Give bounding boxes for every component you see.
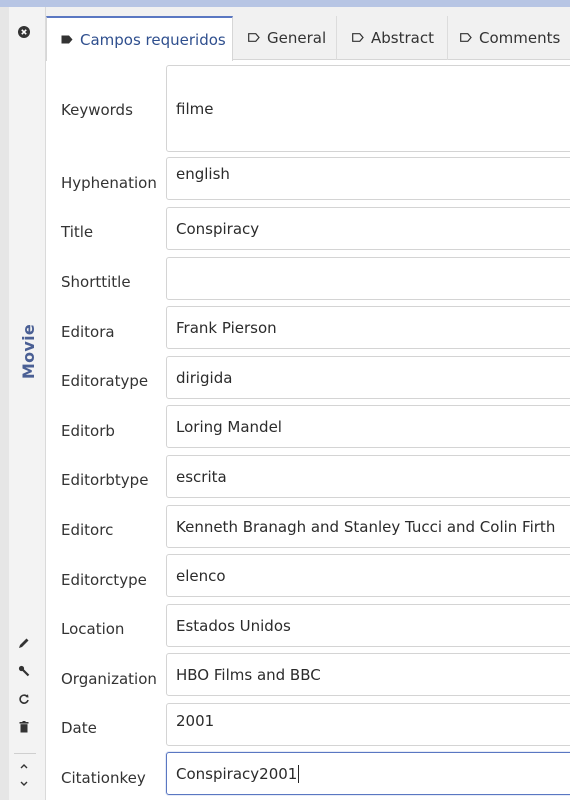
editorctype-field[interactable]: elenco	[166, 554, 570, 597]
field-row-location: Location Estados Unidos	[46, 604, 570, 648]
delete-button[interactable]	[9, 718, 39, 740]
entry-sidebar: Movie	[0, 7, 46, 800]
window-top-bar	[0, 0, 570, 7]
field-value: Kenneth Branagh and Stanley Tucci and Co…	[176, 517, 556, 536]
editorc-field[interactable]: Kenneth Branagh and Stanley Tucci and Co…	[166, 505, 570, 548]
refresh-icon	[18, 693, 30, 709]
citationkey-field[interactable]: Conspiracy2001	[166, 752, 570, 795]
field-label: Keywords	[61, 101, 133, 119]
tag-outline-icon	[352, 32, 364, 44]
field-row-editoratype: Editoratype dirigida	[46, 356, 570, 400]
editoratype-field[interactable]: dirigida	[166, 356, 570, 399]
tag-outline-icon	[248, 32, 260, 44]
field-label: Organization	[61, 670, 157, 688]
hyphenation-field[interactable]: english	[166, 157, 570, 200]
field-label: Date	[61, 719, 97, 737]
field-value: HBO Films and BBC	[176, 665, 321, 684]
next-entry-button[interactable]	[9, 773, 39, 795]
shorttitle-field[interactable]	[166, 257, 570, 300]
tab-label: General	[267, 29, 327, 47]
field-value: 2001	[176, 712, 215, 730]
sidebar-divider	[14, 753, 36, 754]
tab-campos-requeridos[interactable]: Campos requeridos	[46, 16, 233, 61]
field-value: Frank Pierson	[176, 318, 277, 337]
pencil-icon	[18, 637, 30, 653]
tab-label: Campos requeridos	[80, 30, 226, 49]
sidebar-edge	[0, 7, 9, 800]
field-value: Estados Unidos	[176, 616, 291, 635]
tab-abstract[interactable]: Abstract	[352, 16, 448, 60]
trash-icon	[19, 721, 29, 737]
field-value: filme	[176, 99, 214, 118]
organization-field[interactable]: HBO Films and BBC	[166, 653, 570, 696]
text-cursor	[298, 764, 300, 783]
field-label: Shorttitle	[61, 273, 131, 291]
date-field[interactable]: 2001	[166, 703, 570, 746]
field-row-organization: Organization HBO Films and BBC	[46, 653, 570, 697]
field-label: Editora	[61, 323, 115, 341]
field-row-editorc: Editorc Kenneth Branagh and Stanley Tucc…	[46, 505, 570, 549]
field-label: Location	[61, 620, 125, 638]
tag-outline-icon	[460, 32, 472, 44]
refresh-button[interactable]	[9, 690, 39, 712]
field-value: Conspiracy2001	[176, 764, 298, 783]
tab-bar: Campos requeridos General Abstract Comme…	[46, 7, 570, 61]
field-value: Conspiracy	[176, 219, 260, 238]
field-label: Editoratype	[61, 372, 149, 390]
field-label: Title	[61, 223, 94, 241]
field-label: Editorctype	[61, 571, 147, 589]
field-row-date: Date 2001	[46, 703, 570, 747]
field-row-title: Title Conspiracy	[46, 207, 570, 251]
field-label: Editorb	[61, 422, 115, 440]
field-row-hyphenation: Hyphenation english	[46, 157, 570, 201]
required-fields-form: Keywords filme Hyphenation english Title…	[46, 60, 570, 800]
tab-label: Abstract	[371, 29, 434, 47]
location-field[interactable]: Estados Unidos	[166, 604, 570, 647]
field-row-shorttitle: Shorttitle	[46, 257, 570, 301]
editora-field[interactable]: Frank Pierson	[166, 306, 570, 349]
tab-label: Comments	[479, 29, 561, 47]
chevron-down-icon	[19, 776, 29, 792]
tab-general[interactable]: General	[248, 16, 337, 60]
field-label: Citationkey	[61, 769, 146, 787]
editorbtype-field[interactable]: escrita	[166, 455, 570, 498]
editorb-field[interactable]: Loring Mandel	[166, 405, 570, 448]
field-value: escrita	[176, 467, 227, 486]
entry-type-label: Movie	[19, 323, 39, 379]
field-label: Hyphenation	[61, 174, 157, 192]
field-row-keywords: Keywords filme	[46, 65, 570, 153]
keywords-field[interactable]: filme	[166, 65, 570, 152]
tools-button[interactable]	[9, 662, 39, 684]
field-row-editorctype: Editorctype elenco	[46, 554, 570, 598]
edit-button[interactable]	[9, 634, 39, 656]
field-row-editorb: Editorb Loring Mandel	[46, 405, 570, 449]
entry-type-title: Movie	[10, 311, 48, 391]
wrench-icon	[18, 665, 30, 681]
tab-comments[interactable]: Comments	[460, 16, 570, 60]
field-value: elenco	[176, 566, 226, 585]
field-row-citationkey: Citationkey Conspiracy2001	[46, 752, 570, 796]
field-value: english	[176, 165, 230, 183]
close-icon	[18, 26, 30, 42]
field-label: Editorc	[61, 521, 114, 539]
chevron-up-icon	[19, 758, 29, 774]
field-value: Loring Mandel	[176, 417, 282, 436]
tag-filled-icon	[61, 34, 73, 46]
title-field[interactable]: Conspiracy	[166, 207, 570, 250]
field-row-editorbtype: Editorbtype escrita	[46, 455, 570, 499]
close-entry-button[interactable]	[9, 23, 39, 45]
field-row-editora: Editora Frank Pierson	[46, 306, 570, 350]
field-label: Editorbtype	[61, 471, 149, 489]
field-value: dirigida	[176, 368, 233, 387]
